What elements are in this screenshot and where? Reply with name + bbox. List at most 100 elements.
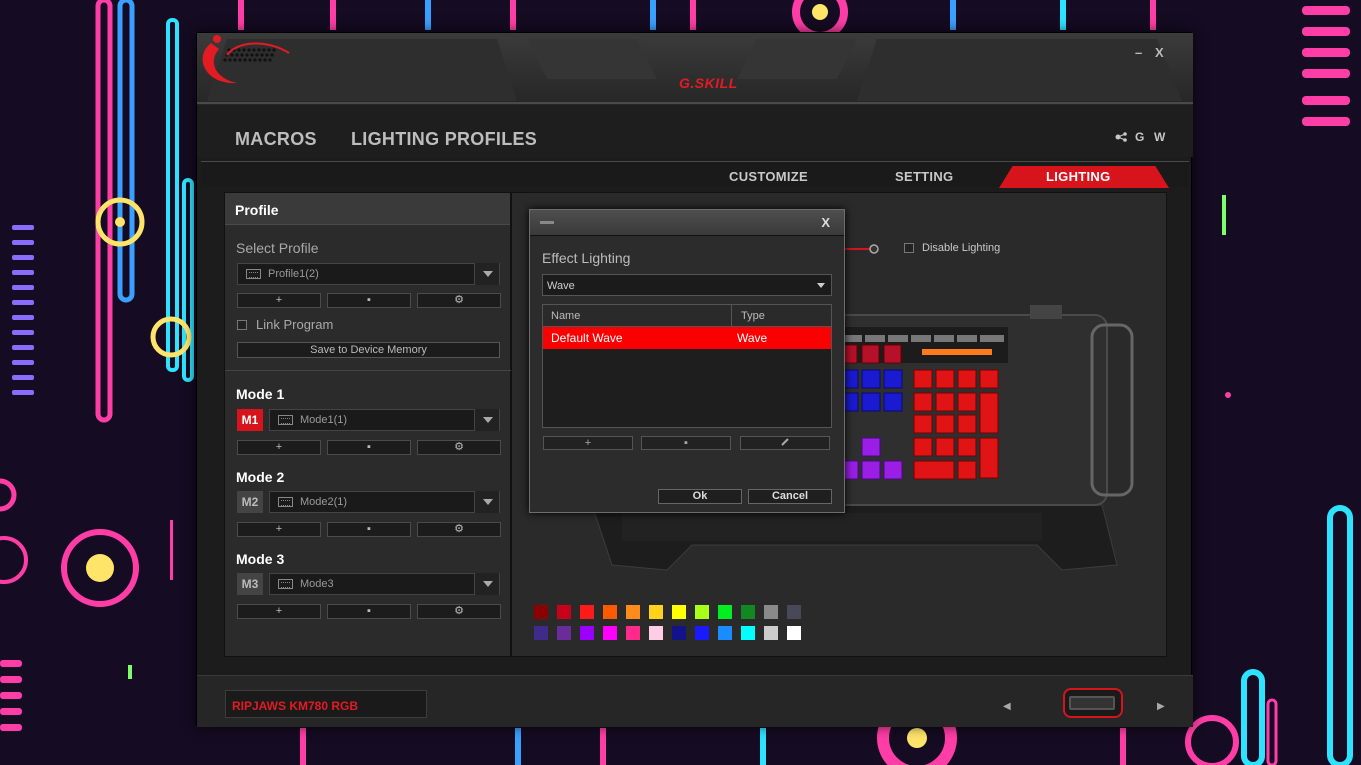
effect-lighting-dialog: X Effect Lighting Wave Name Type Default… — [529, 209, 845, 513]
profile-select[interactable]: Profile1(2) — [237, 263, 500, 285]
color-swatch[interactable] — [580, 626, 594, 640]
brightness-slider[interactable] — [842, 243, 882, 255]
title-bar[interactable]: G.SKILL – X — [197, 33, 1193, 105]
mode1-label: Mode 1 — [236, 386, 285, 402]
color-swatch[interactable] — [741, 605, 755, 619]
keyboard-icon — [278, 497, 293, 507]
mode1-select-value: Mode1(1) — [300, 414, 348, 426]
profile-header: Profile — [225, 193, 510, 225]
mode1-select[interactable]: Mode1(1) — [269, 409, 500, 431]
device-bar: RIPJAWS KM780 RGB ◀ ▶ — [197, 675, 1193, 727]
color-swatch[interactable] — [718, 605, 732, 619]
main-nav: MACROS LIGHTING PROFILES G W — [197, 105, 1193, 157]
drag-handle-icon — [540, 221, 554, 224]
delete-mode1-button[interactable]: ▪ — [327, 440, 411, 455]
color-swatch[interactable] — [695, 605, 709, 619]
mode3-badge[interactable]: M3 — [237, 573, 263, 595]
color-swatch[interactable] — [718, 626, 732, 640]
mode2-select[interactable]: Mode2(1) — [269, 491, 500, 513]
mode3-settings-button[interactable]: ⚙ — [417, 604, 501, 619]
color-swatch[interactable] — [787, 626, 801, 640]
column-type[interactable]: Type — [741, 310, 765, 322]
chevron-down-icon[interactable] — [474, 573, 499, 595]
cancel-button[interactable]: Cancel — [748, 489, 832, 504]
link-program-checkbox[interactable] — [237, 320, 247, 330]
delete-mode2-button[interactable]: ▪ — [327, 522, 411, 537]
mode1-badge[interactable]: M1 — [237, 409, 263, 431]
delete-effect-button[interactable]: ▪ — [641, 436, 731, 450]
nav-macros[interactable]: MACROS — [235, 129, 317, 150]
row-type: Wave — [737, 331, 768, 345]
mode2-settings-button[interactable]: ⚙ — [417, 522, 501, 537]
color-swatch[interactable] — [649, 626, 663, 640]
color-swatch[interactable] — [603, 626, 617, 640]
save-to-device-button[interactable]: Save to Device Memory — [237, 342, 500, 358]
chevron-down-icon[interactable] — [474, 491, 499, 513]
delete-profile-button[interactable]: ▪ — [327, 293, 411, 308]
color-swatch[interactable] — [672, 626, 686, 640]
previous-device-arrow-icon[interactable]: ◀ — [1003, 701, 1011, 712]
effect-list: Name Type Default Wave Wave — [542, 304, 832, 428]
mode1-settings-button[interactable]: ⚙ — [417, 440, 501, 455]
color-swatch[interactable] — [603, 605, 617, 619]
divider — [225, 370, 512, 371]
edit-effect-button[interactable] — [740, 436, 830, 450]
mode3-select-value: Mode3 — [300, 578, 334, 590]
color-swatch[interactable] — [557, 605, 571, 619]
effect-type-select[interactable]: Wave — [542, 274, 832, 296]
add-mode1-button[interactable]: + — [237, 440, 321, 455]
share-icon[interactable] — [1115, 132, 1127, 142]
next-device-arrow-icon[interactable]: ▶ — [1157, 701, 1165, 712]
close-button[interactable]: X — [1155, 45, 1164, 60]
link-program-label: Link Program — [256, 317, 334, 332]
color-swatch[interactable] — [626, 626, 640, 640]
profile-settings-button[interactable]: ⚙ — [417, 293, 501, 308]
add-effect-button[interactable]: + — [543, 436, 633, 450]
color-swatch[interactable] — [764, 626, 778, 640]
chevron-down-icon[interactable] — [474, 409, 499, 431]
color-swatch[interactable] — [764, 605, 778, 619]
delete-mode3-button[interactable]: ▪ — [327, 604, 411, 619]
nav-lighting-profiles[interactable]: LIGHTING PROFILES — [351, 129, 537, 150]
color-swatch[interactable] — [649, 605, 663, 619]
title-bar-decoration — [197, 39, 1193, 104]
ok-button[interactable]: Ok — [658, 489, 742, 504]
add-mode3-button[interactable]: + — [237, 604, 321, 619]
tab-customize[interactable]: CUSTOMIZE — [729, 169, 808, 184]
color-swatch[interactable] — [534, 605, 548, 619]
sub-tabs: CUSTOMIZE SETTING LIGHTING — [201, 161, 1189, 188]
mode3-label: Mode 3 — [236, 551, 285, 567]
profile-select-value: Profile1(2) — [268, 268, 319, 280]
minimize-button[interactable]: – — [1135, 45, 1142, 60]
nav-w-button[interactable]: W — [1154, 130, 1165, 144]
dialog-title-bar[interactable]: X — [530, 210, 844, 236]
color-swatch[interactable] — [557, 626, 571, 640]
tab-setting[interactable]: SETTING — [895, 169, 953, 184]
color-swatch[interactable] — [626, 605, 640, 619]
disable-lighting-checkbox[interactable] — [904, 243, 914, 253]
dialog-close-button[interactable]: X — [821, 215, 830, 230]
keyboard-thumbnail-icon[interactable] — [1063, 688, 1123, 718]
tab-lighting[interactable]: LIGHTING — [1046, 169, 1111, 184]
color-swatch[interactable] — [580, 605, 594, 619]
color-swatch[interactable] — [695, 626, 709, 640]
mode2-badge[interactable]: M2 — [237, 491, 263, 513]
mode3-select[interactable]: Mode3 — [269, 573, 500, 595]
column-name[interactable]: Name — [551, 310, 580, 322]
mode2-select-value: Mode2(1) — [300, 496, 348, 508]
keyboard-icon — [278, 415, 293, 425]
color-swatch[interactable] — [672, 605, 686, 619]
table-row[interactable]: Default Wave Wave — [543, 327, 831, 349]
color-swatch[interactable] — [741, 626, 755, 640]
color-swatch[interactable] — [534, 626, 548, 640]
color-swatch[interactable] — [787, 605, 801, 619]
mode2-label: Mode 2 — [236, 469, 285, 485]
add-profile-button[interactable]: + — [237, 293, 321, 308]
disable-lighting-label: Disable Lighting — [922, 242, 1001, 254]
chevron-down-icon[interactable] — [474, 263, 499, 285]
column-divider — [731, 305, 732, 327]
brand-logo-text: G.SKILL — [679, 75, 738, 91]
add-mode2-button[interactable]: + — [237, 522, 321, 537]
nav-g-button[interactable]: G — [1135, 130, 1144, 144]
device-name-label: RIPJAWS KM780 RGB — [225, 690, 427, 718]
